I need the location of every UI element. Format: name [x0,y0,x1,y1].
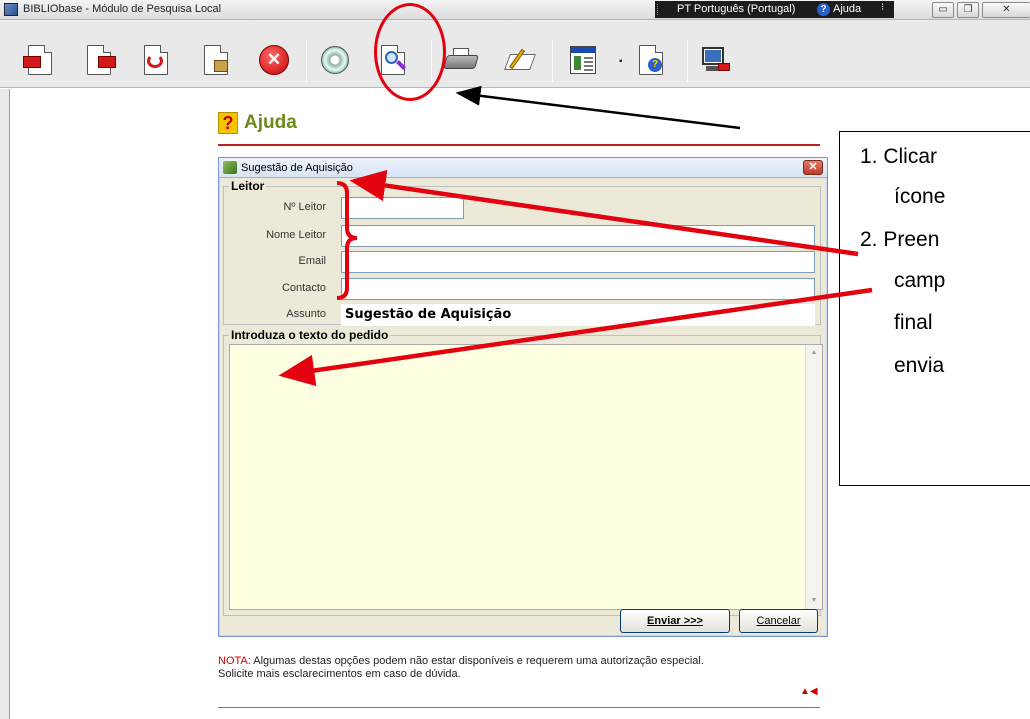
red-brace [336,181,358,300]
black-arrow [455,85,741,130]
red-arrow-fields [349,169,859,257]
red-arrow-text [278,287,873,387]
annotation-arrows [278,85,873,387]
